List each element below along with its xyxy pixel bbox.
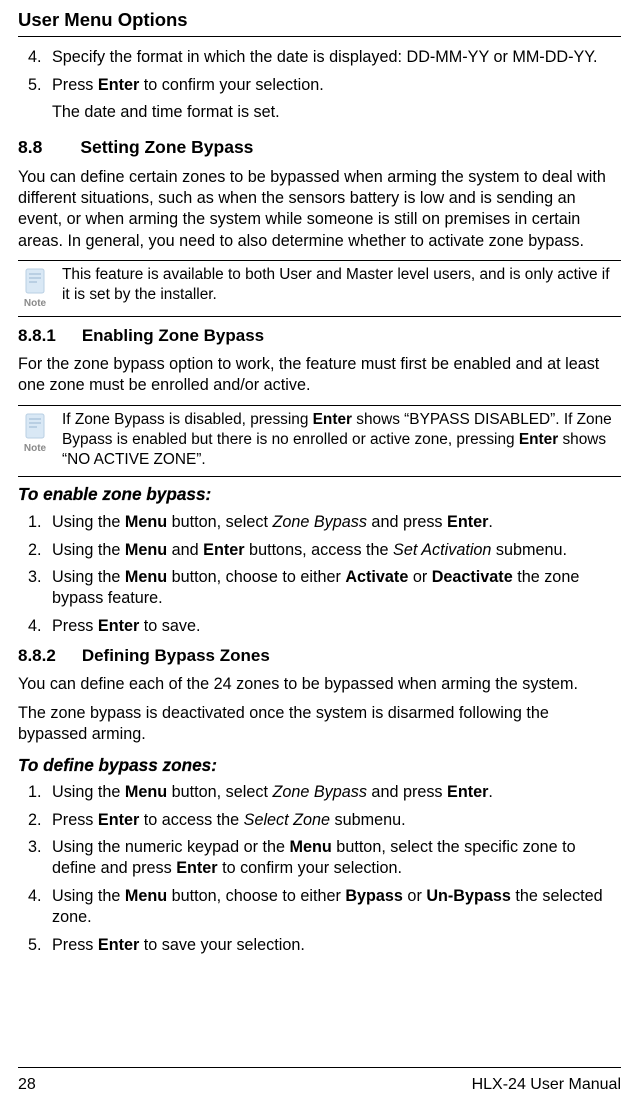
heading-8-8: 8.8 Setting Zone Bypass [18,136,621,159]
note-block: Note If Zone Bypass is disabled, pressin… [18,410,621,471]
list-item: Using the Menu button, select Zone Bypas… [46,512,621,533]
list-item-text: Press Enter to confirm your selection. [52,75,621,96]
divider [18,476,621,477]
heading-number: 8.8.2 [18,645,56,667]
list-item: Press Enter to save. [46,616,621,637]
note-icon: Note [18,265,52,310]
body-paragraph: For the zone bypass option to work, the … [18,354,621,397]
page-title: User Menu Options [18,8,621,37]
heading-text: Enabling Zone Bypass [82,325,264,347]
procedure-title: To enable zone bypass: [18,483,621,506]
heading-8-8-1: 8.8.1 Enabling Zone Bypass [18,325,621,347]
procedure-list-1: Using the Menu button, select Zone Bypas… [18,512,621,637]
heading-text: Setting Zone Bypass [80,136,253,159]
list-item: Using the Menu and Enter buttons, access… [46,540,621,561]
procedure-list-2: Using the Menu button, select Zone Bypas… [18,782,621,956]
heading-text: Defining Bypass Zones [82,645,270,667]
body-paragraph: You can define certain zones to be bypas… [18,167,621,253]
list-item: Using the numeric keypad or the Menu but… [46,837,621,880]
list-item: Specify the format in which the date is … [46,47,621,68]
list-item-subtext: The date and time format is set. [52,102,621,123]
body-paragraph: You can define each of the 24 zones to b… [18,674,621,695]
page-footer: 28 HLX-24 User Manual [18,1067,621,1095]
note-text: If Zone Bypass is disabled, pressing Ent… [62,410,621,471]
list-item: Press Enter to save your selection. [46,935,621,956]
top-ordered-list: Specify the format in which the date is … [18,47,621,123]
note-text: This feature is available to both User a… [62,265,621,306]
page-number: 28 [18,1074,36,1095]
body-paragraph: The zone bypass is deactivated once the … [18,703,621,746]
procedure-title: To define bypass zones: [18,754,621,777]
divider [18,405,621,406]
note-block: Note This feature is available to both U… [18,265,621,310]
divider [18,260,621,261]
note-icon: Note [18,410,52,455]
heading-number: 8.8 [18,136,42,159]
list-item: Using the Menu button, choose to either … [46,886,621,929]
divider [18,316,621,317]
list-item: Press Enter to confirm your selection. T… [46,75,621,124]
heading-8-8-2: 8.8.2 Defining Bypass Zones [18,645,621,667]
heading-number: 8.8.1 [18,325,56,347]
list-item: Using the Menu button, choose to either … [46,567,621,610]
list-item: Press Enter to access the Select Zone su… [46,810,621,831]
note-label: Note [24,442,46,455]
list-item: Using the Menu button, select Zone Bypas… [46,782,621,803]
list-item-text: Specify the format in which the date is … [52,47,621,68]
doc-title: HLX-24 User Manual [472,1074,621,1095]
note-label: Note [24,297,46,310]
